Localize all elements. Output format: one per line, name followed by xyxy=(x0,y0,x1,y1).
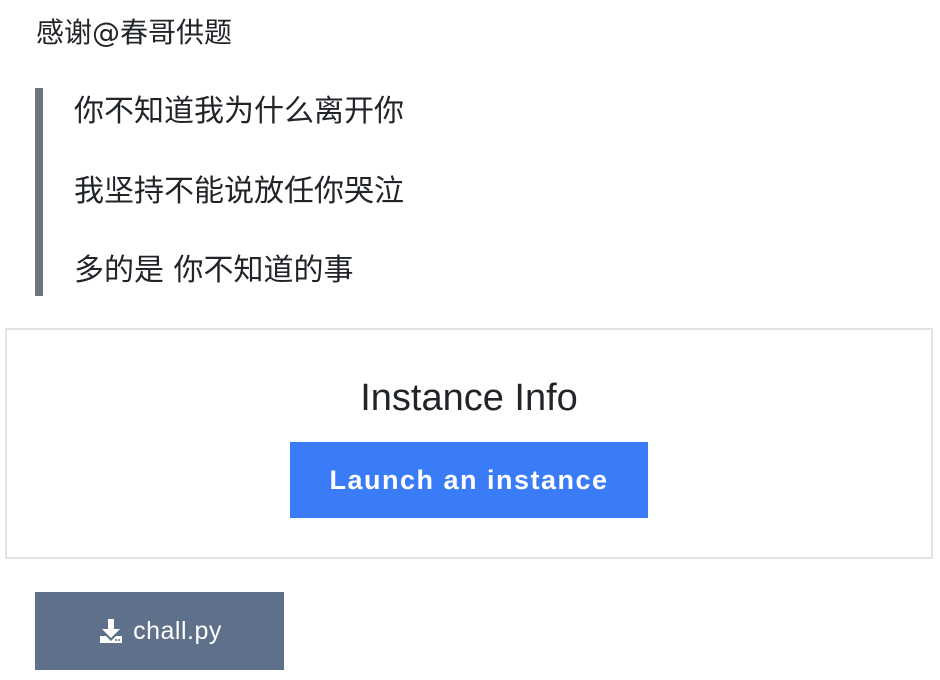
challenge-page: 感谢@春哥供题 你不知道我为什么离开你 我坚持不能说放任你哭泣 多的是 你不知道… xyxy=(0,0,940,680)
quote-line: 多的是 你不知道的事 xyxy=(74,253,354,288)
lyrics-blockquote: 你不知道我为什么离开你 我坚持不能说放任你哭泣 多的是 你不知道的事 xyxy=(35,88,895,296)
quote-line: 你不知道我为什么离开你 xyxy=(74,94,404,129)
credit-text: 感谢@春哥供题 xyxy=(36,16,233,49)
instance-info-card: Instance Info Launch an instance xyxy=(5,328,933,559)
download-filename: chall.py xyxy=(133,616,222,645)
download-chall-py-button[interactable]: chall.py xyxy=(35,592,284,670)
quote-line: 我坚持不能说放任你哭泣 xyxy=(74,174,404,209)
download-icon xyxy=(97,617,125,645)
instance-info-title: Instance Info xyxy=(360,377,578,419)
launch-instance-button[interactable]: Launch an instance xyxy=(290,442,648,518)
